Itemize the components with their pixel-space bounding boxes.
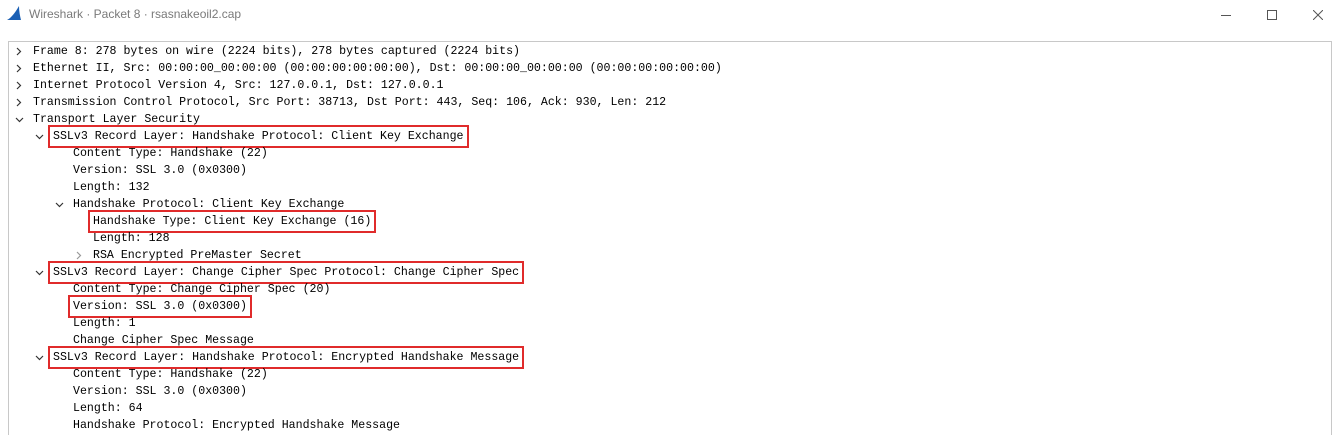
wireshark-fin-icon — [6, 5, 22, 21]
close-icon — [1313, 10, 1323, 20]
tree-item-label: Version: SSL 3.0 (0x0300) — [73, 385, 247, 398]
tree-item-label: Length: 64 — [73, 402, 143, 415]
tree-item-label: Handshake Protocol: Client Key Exchange — [73, 198, 345, 211]
tree-item-label: Transmission Control Protocol, Src Port:… — [33, 96, 667, 109]
no-expander — [53, 145, 65, 162]
tree-item-label: Transport Layer Security — [33, 113, 200, 126]
chevron-right-icon[interactable] — [73, 247, 85, 264]
minimize-button[interactable] — [1203, 0, 1249, 30]
no-expander — [53, 400, 65, 417]
chevron-right-icon[interactable] — [13, 60, 25, 77]
window-title: Wireshark · Packet 8 · rsasnakeoil2.cap — [29, 7, 242, 21]
tree-item-label: SSLv3 Record Layer: Handshake Protocol: … — [48, 125, 469, 148]
chevron-down-icon[interactable] — [33, 264, 45, 281]
tree-item-label: SSLv3 Record Layer: Handshake Protocol: … — [47, 346, 525, 369]
chevron-down-icon[interactable] — [53, 196, 65, 213]
no-expander — [53, 281, 65, 298]
tree-item-label: Content Type: Handshake (22) — [73, 147, 268, 160]
no-expander — [53, 298, 65, 315]
minimize-icon — [1221, 15, 1231, 16]
maximize-button[interactable] — [1249, 0, 1295, 30]
chevron-right-icon[interactable] — [13, 77, 25, 94]
no-expander — [53, 332, 65, 349]
tree-item-label: Content Type: Handshake (22) — [73, 368, 268, 381]
no-expander — [53, 179, 65, 196]
no-expander — [53, 162, 65, 179]
packet-details-tree[interactable]: Frame 8: 278 bytes on wire (2224 bits), … — [8, 41, 1332, 435]
no-expander — [73, 230, 85, 247]
tree-item-label: Internet Protocol Version 4, Src: 127.0.… — [33, 79, 444, 92]
chevron-down-icon[interactable] — [33, 349, 45, 366]
chevron-right-icon[interactable] — [13, 43, 25, 60]
tree-item-label: RSA Encrypted PreMaster Secret — [93, 249, 302, 262]
tree-item-label: Version: SSL 3.0 (0x0300) — [68, 295, 252, 318]
tree-item-label: Length: 1 — [73, 317, 136, 330]
no-expander — [53, 417, 65, 434]
tree-item-label: Ethernet II, Src: 00:00:00_00:00:00 (00:… — [33, 62, 722, 75]
tree-item-label: Handshake Type: Client Key Exchange (16) — [87, 210, 377, 233]
tree-item-label: Content Type: Change Cipher Spec (20) — [73, 283, 331, 296]
tree-item-label: Handshake Protocol: Encrypted Handshake … — [73, 419, 400, 432]
no-expander — [53, 383, 65, 400]
close-button[interactable] — [1295, 0, 1333, 30]
tree-item-label: Version: SSL 3.0 (0x0300) — [73, 164, 247, 177]
chevron-down-icon[interactable] — [13, 111, 25, 128]
tree-item-label: Length: 128 — [93, 232, 170, 245]
tree-item-label: Length: 132 — [73, 181, 150, 194]
no-expander — [53, 315, 65, 332]
maximize-icon — [1267, 10, 1277, 20]
title-bar: Wireshark · Packet 8 · rsasnakeoil2.cap — [0, 0, 1333, 30]
tree-item-label: Frame 8: 278 bytes on wire (2224 bits), … — [33, 45, 521, 58]
tree-item-label: Change Cipher Spec Message — [73, 334, 254, 347]
no-expander — [73, 213, 85, 230]
chevron-down-icon[interactable] — [33, 128, 45, 145]
chevron-right-icon[interactable] — [13, 94, 25, 111]
no-expander — [53, 366, 65, 383]
tree-item-label: SSLv3 Record Layer: Change Cipher Spec P… — [47, 261, 525, 284]
